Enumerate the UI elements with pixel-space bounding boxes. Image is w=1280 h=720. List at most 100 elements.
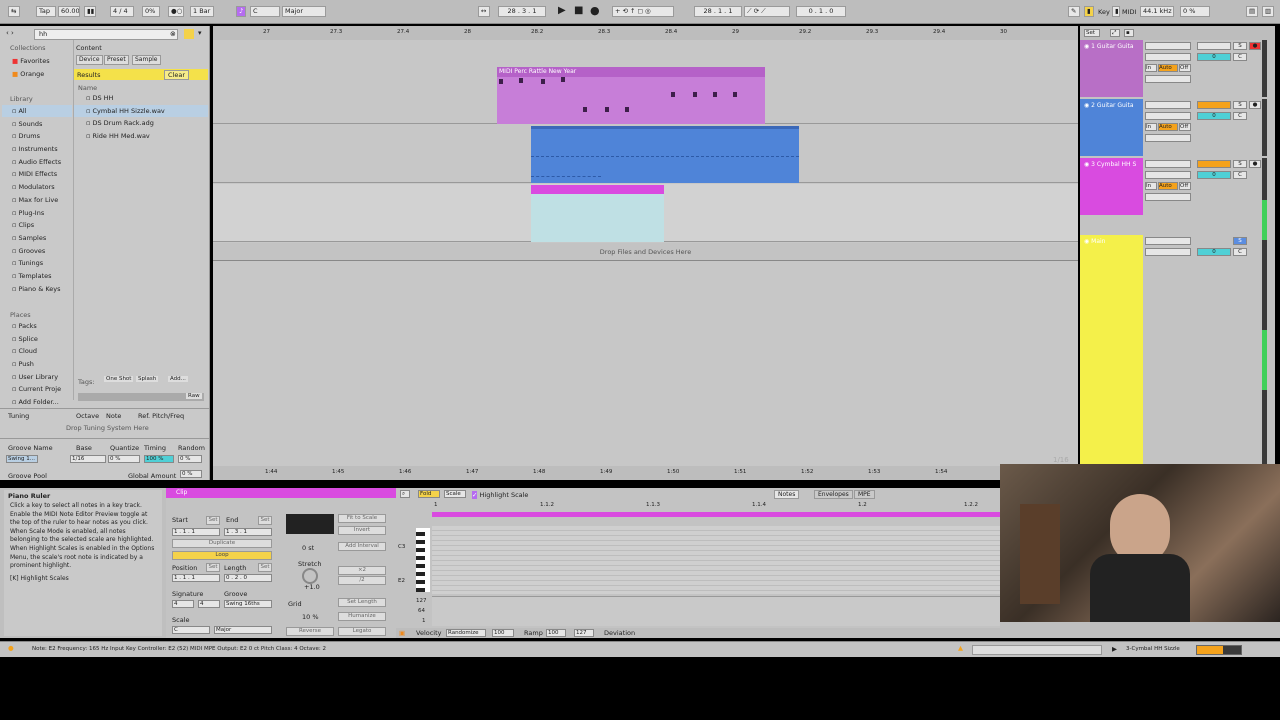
track-header-2[interactable]: ◉ 2 Guitar Guita — [1080, 99, 1143, 156]
draw-mode-icon[interactable]: ✎ — [1068, 6, 1080, 17]
input-channel-select[interactable] — [1145, 53, 1191, 61]
ramp-start[interactable]: 100 — [546, 629, 566, 637]
orange-item[interactable]: ■ Orange — [12, 70, 44, 78]
follow-toggle[interactable]: ●○ — [168, 6, 184, 17]
result-item-0[interactable]: ▫ DS HH — [86, 92, 165, 105]
filter-tabs[interactable]: Device Preset Sample — [76, 55, 206, 65]
zoom-field[interactable]: 0% — [142, 6, 160, 17]
editor-tab-0[interactable]: Notes — [774, 490, 800, 499]
monitor-auto-button[interactable]: Auto — [1158, 123, 1178, 131]
follow-icon[interactable]: ↔ — [478, 6, 490, 17]
monitor-in-button[interactable]: In — [1145, 64, 1157, 72]
piano-black-key[interactable] — [416, 548, 425, 552]
scale-select[interactable]: Major — [282, 6, 326, 17]
overview-icon[interactable]: ▥ — [1262, 6, 1274, 17]
library-item-11[interactable]: ▫ Grooves — [12, 245, 61, 258]
loop-button[interactable]: Loop — [172, 551, 272, 560]
library-item-9[interactable]: ▫ Clips — [12, 219, 61, 232]
arm-icon[interactable]: ● — [1249, 160, 1261, 168]
drop-zone[interactable]: Drop Files and Devices Here — [213, 243, 1078, 261]
expand-icon[interactable]: ⤢ — [1110, 29, 1120, 37]
volume-field[interactable]: 0 — [1197, 53, 1231, 61]
piano-black-key[interactable] — [416, 540, 425, 544]
solo-button[interactable]: S — [1233, 101, 1247, 109]
signature-field[interactable]: 4 / 4 — [110, 6, 134, 17]
filter-tab-2[interactable]: Sample — [132, 55, 161, 65]
ramp-end[interactable]: 127 — [574, 629, 594, 637]
length-set-button[interactable]: Set — [258, 563, 272, 572]
legato-button[interactable]: Legato — [338, 627, 386, 636]
pan-field[interactable]: C — [1233, 171, 1247, 179]
groove-row-base[interactable]: 1/16 — [70, 455, 106, 463]
play-track-icon[interactable]: ▶ — [1112, 645, 1117, 653]
name-column-header[interactable]: Name — [78, 84, 97, 92]
filter-tab-1[interactable]: Preset — [104, 55, 129, 65]
preview-toggle-icon[interactable]: ⌕ — [400, 490, 410, 498]
time-ruler[interactable]: 1:44 1:45 1:46 1:47 1:48 1:49 1:50 1:51 1:52 1:53… — [213, 466, 1078, 480]
library-item-6[interactable]: ▫ Modulators — [12, 181, 61, 194]
metronome-icon[interactable]: ▮▮ — [84, 6, 96, 17]
groove-row-random[interactable]: 0 % — [178, 455, 202, 463]
loop-start-field[interactable]: 28 . 1 . 1 — [694, 6, 742, 17]
end-set-button[interactable]: Set — [258, 516, 272, 525]
velocity-lane[interactable] — [432, 596, 1000, 626]
place-item-3[interactable]: ▫ Push — [12, 358, 61, 371]
piano-black-key[interactable] — [416, 556, 425, 560]
midi-clip-1[interactable]: MIDI Perc Rattle New Year — [497, 67, 765, 124]
library-item-0[interactable]: ▫ All — [12, 105, 61, 118]
key-map-icon[interactable]: ▮ — [1084, 6, 1094, 17]
randomize-button[interactable]: Randomize — [446, 629, 486, 637]
arm-icon[interactable]: ● — [1249, 42, 1261, 50]
library-item-1[interactable]: ▫ Sounds — [12, 118, 61, 131]
set-button[interactable]: Set — [1084, 29, 1100, 37]
status-field[interactable] — [972, 645, 1102, 655]
piano-ruler[interactable] — [416, 528, 430, 592]
place-item-4[interactable]: ▫ User Library — [12, 371, 61, 384]
volume-field[interactable]: 0 — [1197, 112, 1231, 120]
length-field[interactable]: 0 . 2 . 0 — [224, 574, 272, 582]
monitor-in-button[interactable]: In — [1145, 123, 1157, 131]
preview-bar[interactable]: Raw — [78, 393, 204, 401]
note-grid[interactable] — [432, 526, 1000, 594]
piano-black-key[interactable] — [416, 588, 425, 592]
groove-row-name[interactable]: Swing 1... — [6, 455, 38, 463]
nav-arrows[interactable]: ‹ › — [6, 29, 14, 37]
input-type-select[interactable] — [1145, 42, 1191, 50]
monitor-in-button[interactable]: In — [1145, 182, 1157, 190]
filter-tab-0[interactable]: Device — [76, 55, 103, 65]
library-item-5[interactable]: ▫ MIDI Effects — [12, 168, 61, 181]
piano-black-key[interactable] — [416, 564, 425, 568]
monitor-auto-button[interactable]: Auto — [1158, 182, 1178, 190]
input-type-select[interactable] — [1145, 237, 1191, 245]
groove-row-quant[interactable]: 0 % — [108, 455, 140, 463]
track-header-4[interactable]: ◉ Main — [1080, 235, 1143, 465]
start-field[interactable]: 1 . 1 . 1 — [172, 528, 220, 536]
monitor-off-button[interactable]: Off — [1179, 182, 1191, 190]
input-channel-select[interactable] — [1145, 248, 1191, 256]
library-item-4[interactable]: ▫ Audio Effects — [12, 156, 61, 169]
record-icon[interactable]: ● — [590, 5, 600, 16]
position-set-button[interactable]: Set — [206, 563, 220, 572]
library-item-12[interactable]: ▫ Tunings — [12, 257, 61, 270]
results-list[interactable]: ▫ DS HH ▫ Cymbal HH Sizzle.wav ▫ DS Drum R… — [86, 92, 165, 143]
highlight-scale-toggle[interactable]: ✓ Highlight Scale — [472, 491, 528, 499]
library-item-3[interactable]: ▫ Instruments — [12, 143, 61, 156]
input-type-select[interactable] — [1145, 160, 1191, 168]
invert-button[interactable]: Invert — [338, 526, 386, 535]
library-item-10[interactable]: ▫ Samples — [12, 232, 61, 245]
tuning-drop[interactable]: Drop Tuning System Here — [66, 424, 149, 432]
library-item-13[interactable]: ▫ Templates — [12, 270, 61, 283]
quantize-field[interactable]: 1 Bar — [190, 6, 214, 17]
clear-search-icon[interactable]: ⊗ — [170, 30, 176, 38]
midi-clip-3[interactable] — [531, 185, 664, 242]
library-list[interactable]: ▫ All ▫ Sounds ▫ Drums ▫ Instruments ▫ Audio… — [12, 105, 61, 295]
monitor-off-button[interactable]: Off — [1179, 64, 1191, 72]
tag-1[interactable]: Splash — [136, 376, 159, 382]
favorites-item[interactable]: ■ Favorites — [12, 57, 50, 65]
velocity-value[interactable]: 100 — [492, 629, 514, 637]
scale-button[interactable]: Scale — [444, 490, 466, 498]
input-channel-select[interactable] — [1145, 171, 1191, 179]
place-item-2[interactable]: ▫ Cloud — [12, 345, 61, 358]
monitor-auto-button[interactable]: Auto — [1158, 64, 1178, 72]
double-button[interactable]: ×2 — [338, 566, 386, 575]
